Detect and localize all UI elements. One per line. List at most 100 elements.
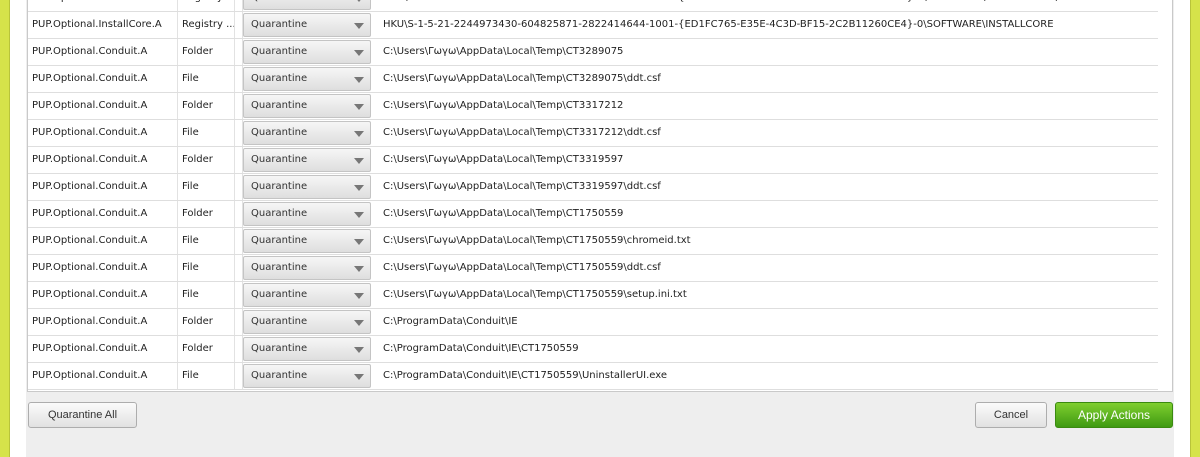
apply-actions-button[interactable]: Apply Actions [1055,402,1173,428]
action-cell: Quarantine [243,147,379,173]
action-dropdown[interactable]: Quarantine [243,40,371,64]
chevron-down-icon [354,104,364,110]
action-dropdown-value: Quarantine [251,19,308,30]
table-row[interactable]: PUP.Optional.Conduit.A Folder Quarantine C:… [28,147,1158,174]
results-grid: PUP.Optional.InstallCore.A Registry ... Qu… [27,0,1173,392]
threat-name-cell: PUP.Optional.Conduit.A [28,93,178,119]
table-row[interactable]: PUP.Optional.Conduit.A File Quarantine C:\U… [28,120,1158,147]
cancel-button[interactable]: Cancel [975,402,1047,428]
action-dropdown-value: Quarantine [251,316,308,327]
threat-type-cell: File [178,66,235,92]
chevron-down-icon [354,131,364,137]
action-cell: Quarantine [243,12,379,38]
action-dropdown[interactable]: Quarantine [243,337,371,361]
table-row[interactable]: PUP.Optional.Conduit.A Folder Quarantine C:… [28,336,1158,363]
location-cell: C:\Users\Γωγω\AppData\Local\Temp\CT17505… [383,262,661,273]
location-cell: C:\Users\Γωγω\AppData\Local\Temp\CT33172… [383,100,624,111]
chevron-down-icon [354,23,364,29]
chevron-down-icon [354,374,364,380]
action-cell: Quarantine [243,201,379,227]
threat-type-cell: File [178,228,235,254]
column-divider [235,255,243,281]
location-cell: C:\Users\Γωγω\AppData\Local\Temp\CT17505… [383,208,624,219]
threat-type-cell: File [178,282,235,308]
action-dropdown-value: Quarantine [251,154,308,165]
location-cell: HKU\S-1-5-21-2244973430-604825871-282241… [379,0,1158,11]
action-dropdown-value: Quarantine [251,343,308,354]
table-row[interactable]: PUP.Optional.Conduit.A File Quarantine C:\U… [28,282,1158,309]
location-cell: C:\ProgramData\Conduit\IE\CT1750559 [383,343,579,354]
column-divider [235,336,243,362]
chevron-down-icon [354,347,364,353]
location-cell: C:\Users\Γωγω\AppData\Local\Temp\CT17505… [383,235,691,246]
location-cell: C:\Users\Γωγω\AppData\Local\Temp\CT33172… [383,127,661,138]
threat-name-cell: PUP.Optional.Conduit.A [28,120,178,146]
action-dropdown[interactable]: Quarantine [243,13,371,37]
table-row[interactable]: PUP.Optional.Conduit.A Folder Quarantine C:… [28,309,1158,336]
threat-name-cell: PUP.Optional.Conduit.A [28,39,178,65]
table-row[interactable]: PUP.Optional.Conduit.A File Quarantine C:\U… [28,228,1158,255]
table-row[interactable]: PUP.Optional.Conduit.A File Quarantine C:\U… [28,66,1158,93]
action-dropdown[interactable]: Quarantine [243,67,371,91]
chevron-down-icon [354,266,364,272]
action-dropdown[interactable]: Quarantine [243,175,371,199]
action-dropdown-value: Quarantine [251,235,308,246]
table-row[interactable]: PUP.Optional.Conduit.A Folder Quarantine C:… [28,39,1158,66]
column-divider [235,93,243,119]
chevron-down-icon [354,50,364,56]
threat-type-cell: Folder [178,39,235,65]
threat-type-cell: Registry ... [178,12,235,38]
action-dropdown[interactable]: Quarantine [243,94,371,118]
threat-name-cell: PUP.Optional.Conduit.A [28,201,178,227]
table-row[interactable]: PUP.Optional.Conduit.A Folder Quarantine C:… [28,201,1158,228]
action-cell: Quarantine [243,282,379,308]
table-row[interactable]: PUP.Optional.Conduit.A File Quarantine C:\U… [28,174,1158,201]
location-cell: C:\Users\Γωγω\AppData\Local\Temp\CT17505… [383,289,687,300]
threat-name-cell: PUP.Optional.Conduit.A [28,336,178,362]
action-dropdown[interactable]: Quarantine [243,310,371,334]
table-row[interactable]: PUP.Optional.Conduit.A Folder Quarantine C:… [28,93,1158,120]
action-cell: Quarantine [243,336,379,362]
chevron-down-icon [354,77,364,83]
chevron-down-icon [354,293,364,299]
location-cell: C:\Users\Γωγω\AppData\Local\Temp\CT32890… [383,46,624,57]
threat-type-cell: Registry ... [178,0,235,11]
action-cell: Quarantine [243,309,379,335]
chevron-down-icon [354,212,364,218]
action-dropdown[interactable]: Quarantine [243,148,371,172]
location-cell: C:\Users\Γωγω\AppData\Local\Temp\CT33195… [383,154,624,165]
action-dropdown-value: Quarantine [251,262,308,273]
threat-type-cell: Folder [178,147,235,173]
threat-type-cell: File [178,255,235,281]
action-dropdown-value: Quarantine [251,46,308,57]
column-divider [235,39,243,65]
chevron-down-icon [354,0,364,2]
action-dropdown[interactable]: Quarantine [243,229,371,253]
action-dropdown[interactable]: Quarantine [243,283,371,307]
threat-name-cell: PUP.Optional.Conduit.A [28,147,178,173]
threat-type-cell: File [178,120,235,146]
action-dropdown-value: Quarantine [251,289,308,300]
location-cell: C:\Users\Γωγω\AppData\Local\Temp\CT33195… [383,181,661,192]
action-dropdown-value: Quarantine [251,127,308,138]
action-dropdown[interactable]: Quarantine [243,0,371,10]
threat-name-cell: PUP.Optional.Conduit.A [28,255,178,281]
quarantine-all-button[interactable]: Quarantine All [28,402,137,428]
table-row[interactable]: PUP.Optional.Conduit.A File Quarantine C:\P… [28,363,1158,390]
action-cell: Quarantine [243,120,379,146]
action-dropdown[interactable]: Quarantine [243,364,371,388]
location-cell: C:\Users\Γωγω\AppData\Local\Temp\CT32890… [383,73,661,84]
table-row[interactable]: PUP.Optional.Conduit.A File Quarantine C:\U… [28,255,1158,282]
chevron-down-icon [354,320,364,326]
action-cell: Quarantine [243,363,379,389]
action-dropdown[interactable]: Quarantine [243,121,371,145]
action-dropdown[interactable]: Quarantine [243,202,371,226]
location-cell: HKU\S-1-5-21-2244973430-604825871-282241… [383,19,1054,30]
action-cell: Quarantine [243,66,379,92]
action-dropdown[interactable]: Quarantine [243,256,371,280]
table-row[interactable]: PUP.Optional.InstallCore.ARegistry ... Qu… [28,0,1158,12]
chevron-down-icon [354,158,364,164]
table-row[interactable]: PUP.Optional.InstallCore.ARegistry ... Qu… [28,12,1158,39]
threat-type-cell: File [178,363,235,389]
threat-name-cell: PUP.Optional.Conduit.A [28,363,178,389]
